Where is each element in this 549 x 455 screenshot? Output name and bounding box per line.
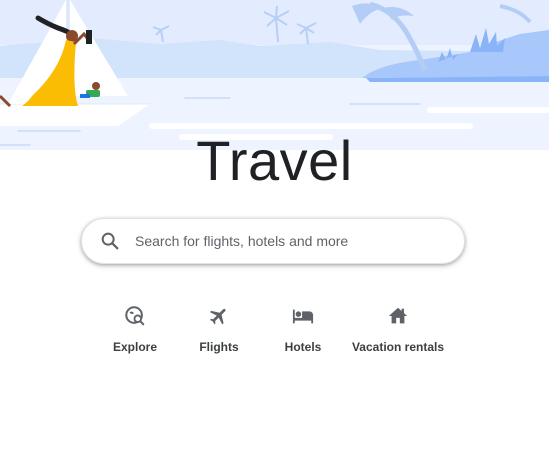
nav-hotels-label: Hotels — [284, 340, 322, 354]
house-icon — [386, 304, 410, 328]
nav-vacation-rentals-label: Vacation rentals — [351, 340, 445, 354]
explore-icon — [123, 304, 147, 328]
search-input[interactable] — [135, 233, 464, 249]
category-nav: Explore Flights Hotels Vacation rentals — [0, 304, 549, 364]
search-box[interactable] — [81, 218, 465, 264]
nav-explore-label: Explore — [112, 340, 157, 354]
nav-flights-label: Flights — [199, 340, 239, 354]
nav-hotels[interactable]: Hotels — [248, 304, 358, 354]
airplane-icon — [207, 304, 231, 328]
page-title: Travel — [196, 129, 353, 192]
nav-vacation-rentals[interactable]: Vacation rentals — [343, 304, 453, 354]
bed-icon — [291, 304, 315, 328]
search-icon — [99, 230, 121, 252]
